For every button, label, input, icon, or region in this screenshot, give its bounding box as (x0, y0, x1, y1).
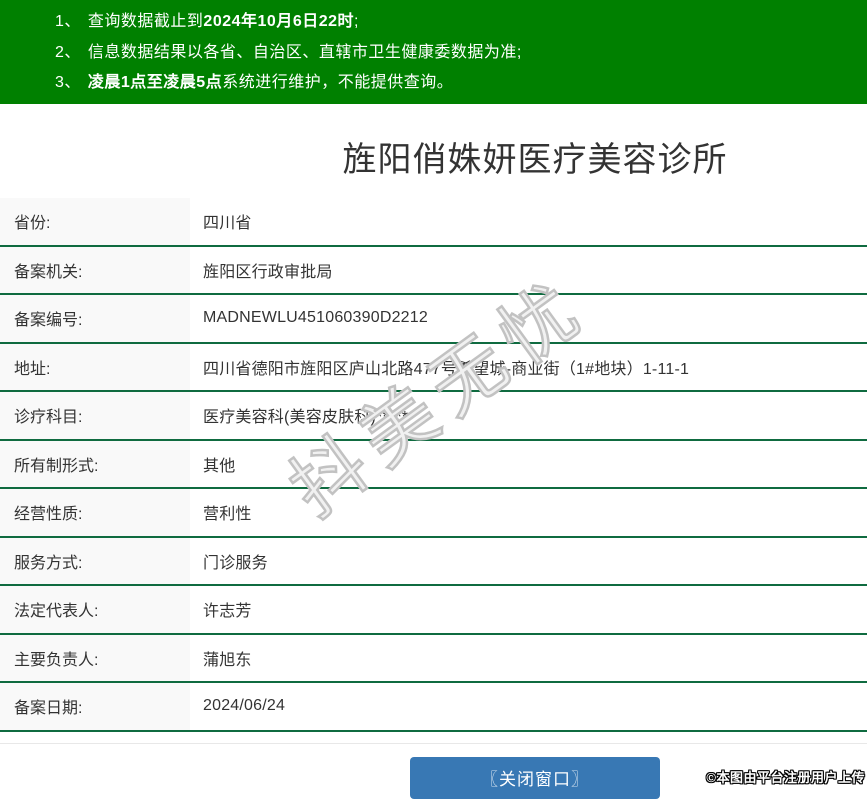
close-window-button[interactable]: 〖关闭窗口〗 (410, 757, 660, 799)
table-row: 主要负责人:蒲旭东 (0, 635, 867, 684)
table-row: 服务方式:门诊服务 (0, 538, 867, 587)
row-value: 蒲旭东 (190, 635, 867, 682)
row-label: 主要负责人: (0, 635, 190, 682)
notice-segment: 信息数据结果以各省、自治区、直辖市卫生健康委数据为准; (88, 44, 522, 61)
row-label: 备案编号: (0, 295, 190, 342)
notice-number: 2、 (55, 44, 81, 61)
table-row: 省份:四川省 (0, 198, 867, 247)
row-value: 其他 (190, 441, 867, 488)
row-value: 门诊服务 (190, 538, 867, 585)
row-label: 备案日期: (0, 683, 190, 730)
table-row: 备案机关:旌阳区行政审批局 (0, 247, 867, 296)
table-row: 备案编号:MADNEWLU451060390D2212 (0, 295, 867, 344)
notice-number: 1、 (55, 13, 81, 30)
title-wrap: 旌阳俏姝妍医疗美容诊所 (0, 137, 867, 184)
row-label: 所有制形式: (0, 441, 190, 488)
notice-item: 3、凌晨1点至凌晨5点系统进行维护，不能提供查询。 (55, 68, 867, 99)
table-row: 备案日期:2024/06/24 (0, 683, 867, 732)
row-value: 医疗美容科(美容皮肤科)****** (190, 392, 867, 439)
row-label: 诊疗科目: (0, 392, 190, 439)
row-value: 2024/06/24 (190, 683, 867, 730)
row-label: 地址: (0, 344, 190, 391)
row-value: MADNEWLU451060390D2212 (190, 295, 867, 342)
page-title: 旌阳俏姝妍医疗美容诊所 (0, 137, 867, 184)
row-label: 服务方式: (0, 538, 190, 585)
notice-segment: 查询数据截止到 (88, 13, 204, 30)
row-label: 备案机关: (0, 247, 190, 294)
table-row: 法定代表人:许志芳 (0, 586, 867, 635)
notice-banner: 1、查询数据截止到2024年10月6日22时;2、信息数据结果以各省、自治区、直… (0, 0, 867, 104)
notice-segment: 系统进行维护，不能提供查询。 (222, 74, 453, 91)
row-label: 省份: (0, 198, 190, 245)
notice-number: 3、 (55, 74, 81, 91)
record-table: 省份:四川省备案机关:旌阳区行政审批局备案编号:MADNEWLU45106039… (0, 198, 867, 732)
table-row: 地址:四川省德阳市旌阳区庐山北路477号希望城-商业街（1#地块）1-11-1 (0, 344, 867, 393)
row-value: 四川省德阳市旌阳区庐山北路477号希望城-商业街（1#地块）1-11-1 (190, 344, 867, 391)
notice-item: 2、信息数据结果以各省、自治区、直辖市卫生健康委数据为准; (55, 38, 867, 69)
table-row: 所有制形式:其他 (0, 441, 867, 490)
notice-segment: 2024年10月6日22时 (203, 13, 354, 30)
row-label: 法定代表人: (0, 586, 190, 633)
notice-segment: ; (354, 13, 359, 30)
separator (0, 743, 867, 744)
row-value: 四川省 (190, 198, 867, 245)
notice-segment: 凌晨1点至凌晨5点 (88, 74, 222, 91)
row-label: 经营性质: (0, 489, 190, 536)
row-value: 旌阳区行政审批局 (190, 247, 867, 294)
table-row: 经营性质:营利性 (0, 489, 867, 538)
row-value: 许志芳 (190, 586, 867, 633)
page: 1、查询数据截止到2024年10月6日22时;2、信息数据结果以各省、自治区、直… (0, 0, 867, 799)
table-row: 诊疗科目:医疗美容科(美容皮肤科)****** (0, 392, 867, 441)
notice-item: 1、查询数据截止到2024年10月6日22时; (55, 7, 867, 38)
upload-credit-text: ©本图由平台注册用户上传 (706, 767, 865, 786)
row-value: 营利性 (190, 489, 867, 536)
notice-list: 1、查询数据截止到2024年10月6日22时;2、信息数据结果以各省、自治区、直… (55, 7, 867, 99)
